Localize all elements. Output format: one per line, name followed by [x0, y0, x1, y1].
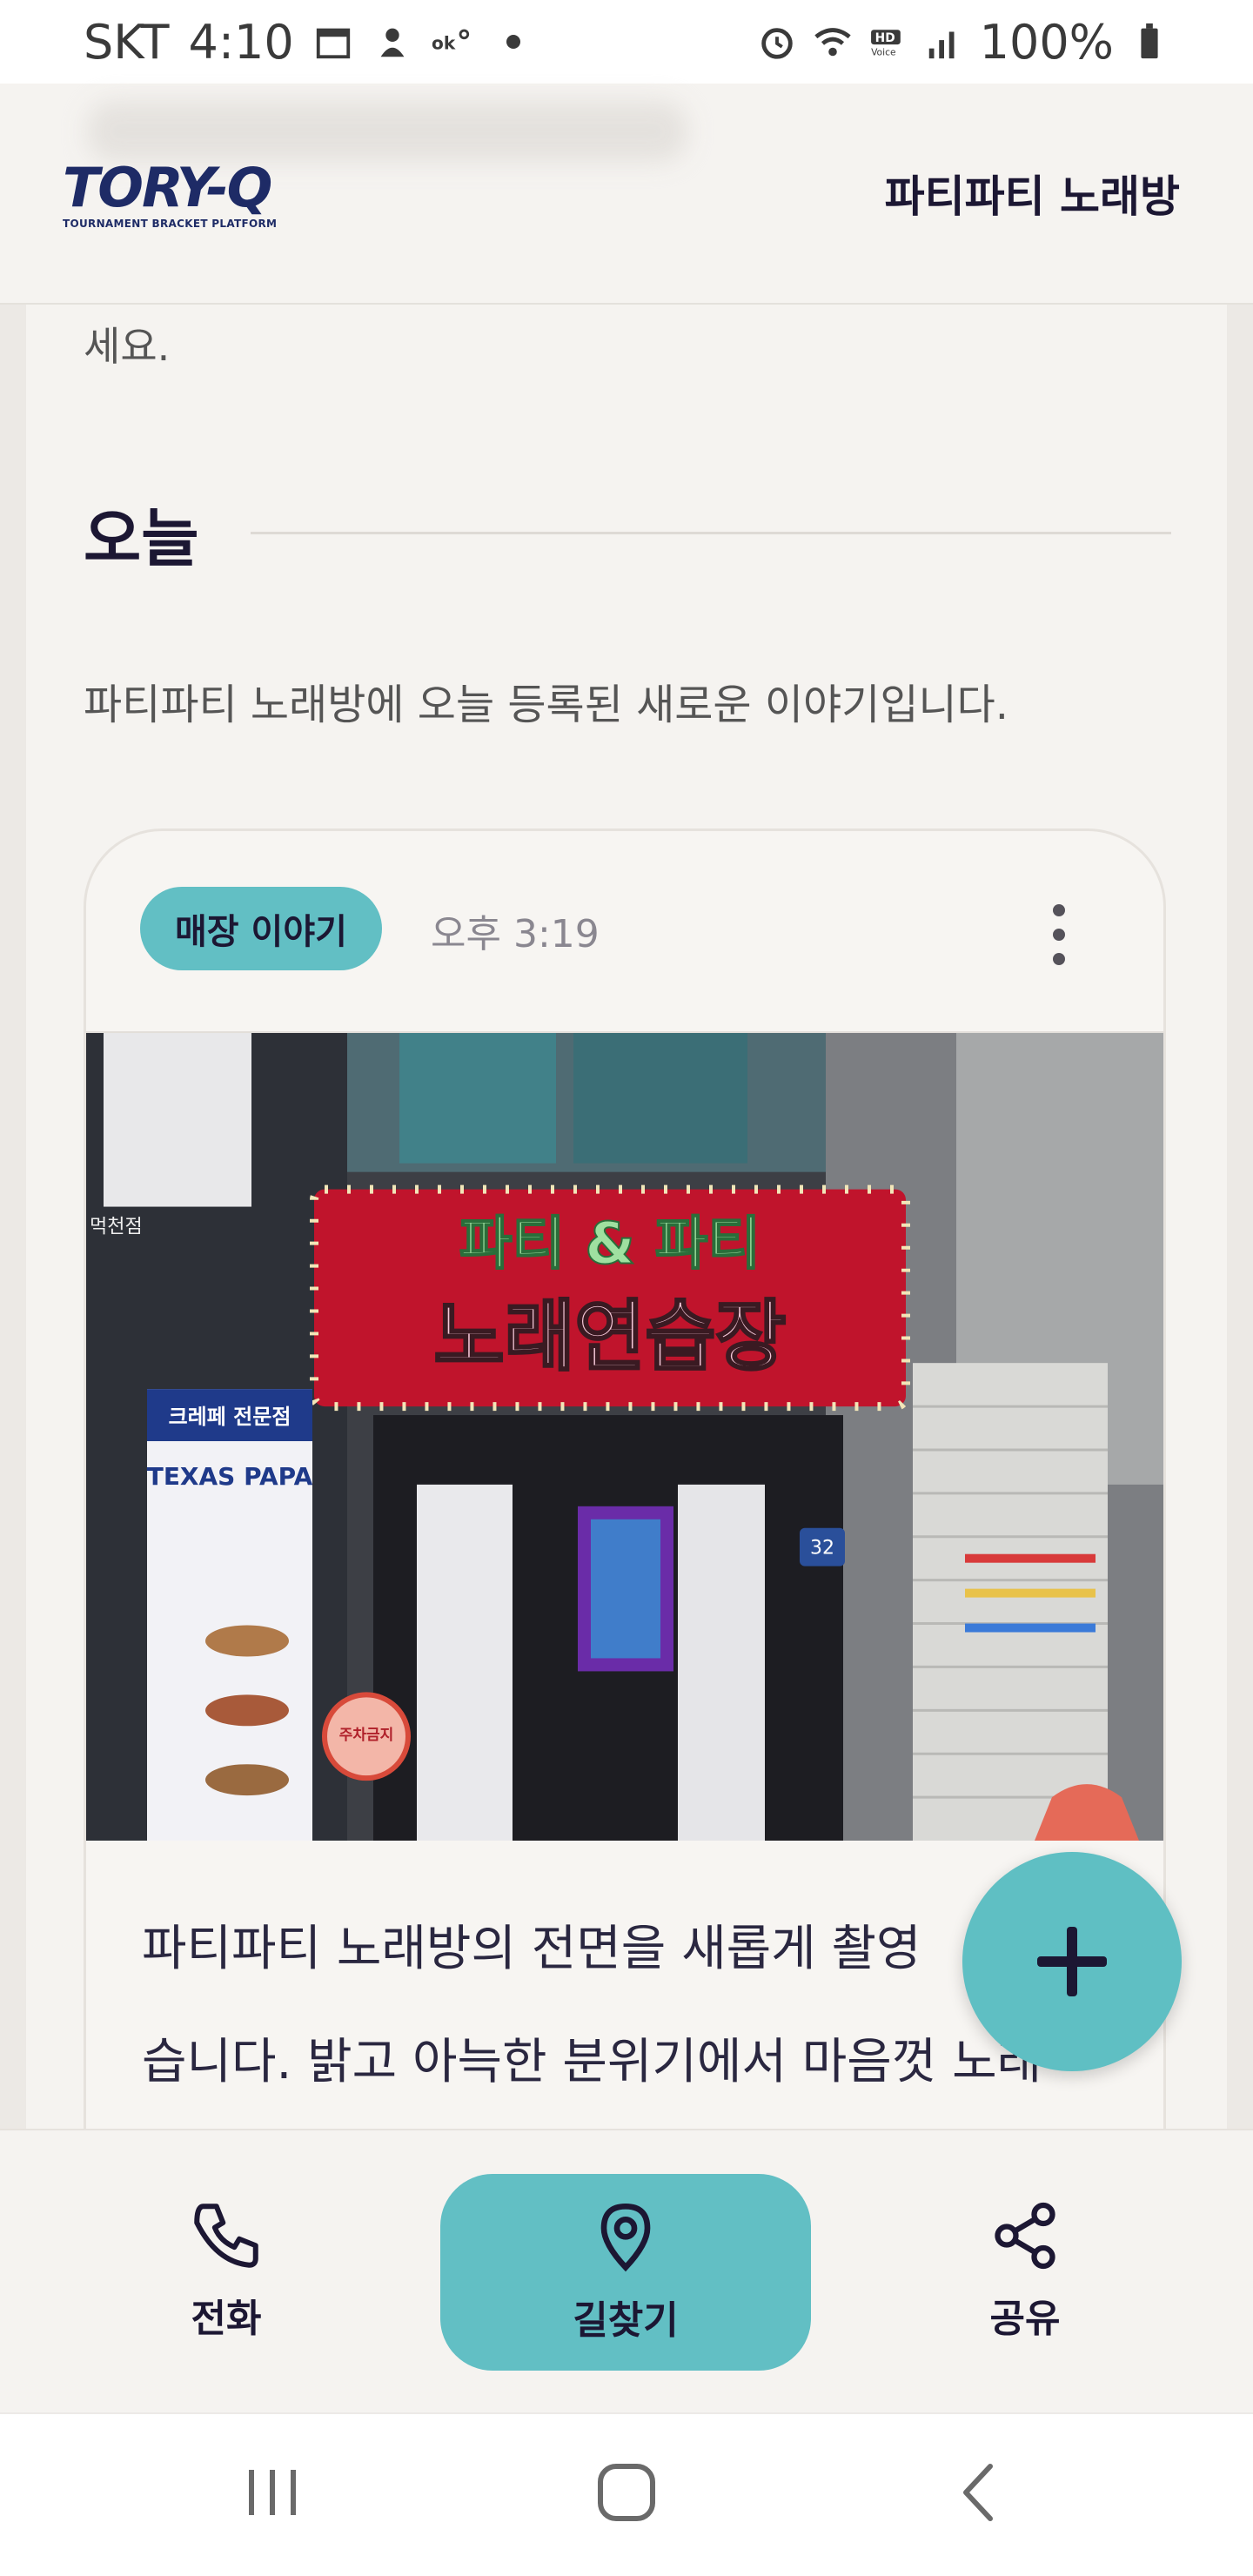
app-header: TORY-Q TOURNAMENT BRACKET PLATFORM 파티파티 …	[0, 84, 1253, 305]
recent-apps-icon[interactable]	[245, 2458, 301, 2527]
call-button[interactable]: 전화	[139, 2174, 313, 2365]
post-timestamp: 오후 3:19	[431, 912, 600, 956]
calendar-icon	[316, 28, 350, 59]
share-label: 공유	[989, 2297, 1061, 2341]
notification-app-icon	[380, 28, 405, 57]
left-small-sign: 먹천점	[90, 1217, 143, 1238]
carrier-label: SKT	[84, 14, 170, 70]
intro-text-tail: 세요.	[84, 323, 171, 370]
app-screen: SKT 4:10 ok HD Voice 100% TORY-Q TOURNAME…	[0, 0, 1253, 2576]
tory-q-logo[interactable]: TORY-Q TOURNAMENT BRACKET PLATFORM	[63, 160, 289, 238]
status-bar: SKT 4:10 ok HD Voice 100%	[0, 0, 1253, 84]
section-description: 파티파티 노래방에 오늘 등록된 새로운 이야기입니다.	[84, 681, 1009, 729]
back-icon[interactable]	[952, 2458, 1004, 2527]
call-label: 전화	[191, 2297, 262, 2341]
hd-voice-icon: HDVoice	[870, 30, 901, 57]
svg-text:ok: ok	[432, 33, 456, 54]
logo-tagline: TOURNAMENT BRACKET PLATFORM	[63, 218, 278, 230]
alarm-icon	[761, 28, 793, 59]
storefront-photo[interactable]: 먹천점 파티 & 파티 노래연습장 32 크레페 전문점 TEXAS PAPA …	[86, 1031, 1166, 1841]
logo-wordmark: TORY-Q	[63, 156, 272, 219]
share-button[interactable]: 공유	[938, 2174, 1112, 2365]
clock: 4:10	[188, 14, 294, 70]
status-right: HD Voice 100%	[757, 15, 1169, 70]
plus-icon	[1037, 1927, 1107, 1996]
post-header: 매장 이야기 오후 3:19	[86, 831, 1163, 1031]
sign-top-line: 파티 & 파티	[459, 1210, 761, 1277]
more-notifications-dot	[506, 35, 520, 49]
map-pin-icon	[600, 2203, 651, 2272]
section-title: 오늘	[84, 502, 199, 575]
section-divider	[251, 532, 1171, 534]
sign-main-line: 노래연습장	[434, 1291, 787, 1381]
crepe-sign-brand: TEXAS PAPA	[147, 1462, 313, 1491]
blurred-header-strip	[87, 101, 687, 162]
store-name-title: 파티파티 노래방	[884, 171, 1180, 222]
phone-icon	[194, 2204, 258, 2268]
add-post-fab[interactable]	[962, 1852, 1182, 2071]
crepe-sign-title: 크레페 전문점	[169, 1405, 291, 1429]
post-body-line-2: 습니다. 밝고 아늑한 분위기에서 마음껏 노래	[142, 2034, 1042, 2090]
more-options-icon[interactable]	[1050, 904, 1068, 965]
share-icon	[995, 2202, 1055, 2270]
post-category-badge: 매장 이야기	[140, 887, 382, 970]
system-navigation-bar	[0, 2412, 1253, 2576]
status-left: SKT 4:10 ok	[84, 15, 520, 70]
battery-percent: 100%	[979, 14, 1114, 70]
home-icon[interactable]	[592, 2458, 661, 2527]
no-parking-sign: 주차금지	[339, 1727, 394, 1744]
directions-label: 길찾기	[573, 2298, 679, 2343]
wifi-icon	[814, 28, 851, 57]
signal-icon	[928, 31, 955, 59]
section-header-today: 오늘	[84, 487, 1171, 579]
door-number: 32	[810, 1538, 834, 1560]
bottom-action-bar: 전화 길찾기 공유	[0, 2129, 1253, 2412]
svg-text:Voice: Voice	[871, 46, 896, 57]
battery-icon	[1141, 23, 1158, 59]
ok-cashbag-icon: ok	[432, 29, 469, 54]
directions-button[interactable]: 길찾기	[440, 2174, 811, 2371]
svg-text:HD: HD	[874, 31, 895, 45]
